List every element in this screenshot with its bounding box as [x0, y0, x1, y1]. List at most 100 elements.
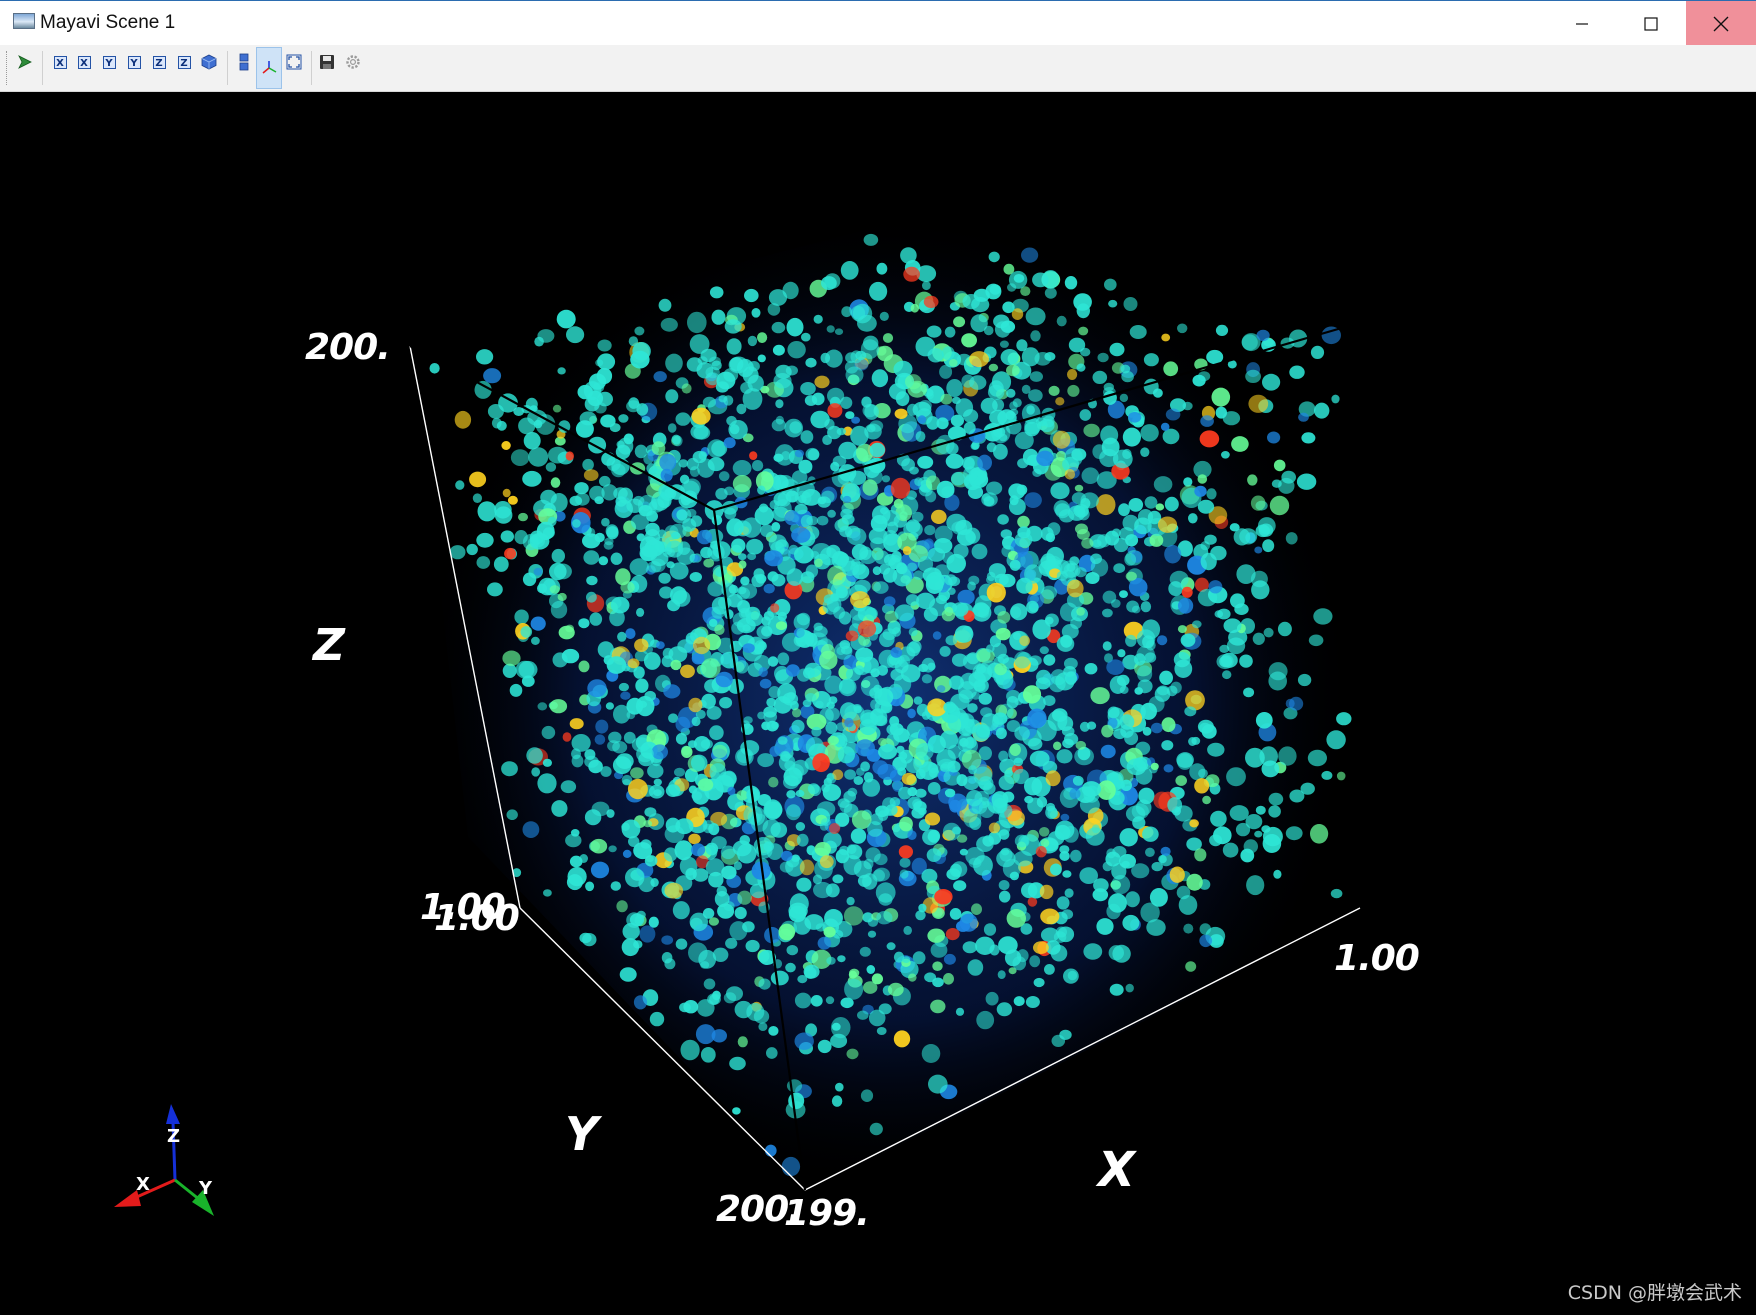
volume-blob [989, 944, 1000, 956]
volume-blob [894, 604, 915, 622]
volume-blob [700, 546, 713, 559]
volume-blob [590, 838, 608, 854]
volume-blob [566, 326, 585, 344]
volume-blob [1125, 983, 1134, 993]
volume-blob [780, 751, 791, 762]
volume-blob [692, 450, 707, 464]
pipeline-button[interactable] [14, 51, 36, 73]
volume-blob [986, 442, 997, 453]
view-y-plus-button[interactable]: Y [98, 51, 120, 73]
full-screen-button[interactable] [283, 51, 305, 73]
volume-blob [898, 786, 912, 800]
volume-blob [726, 338, 742, 355]
volume-blob [1246, 875, 1265, 896]
view-y-minus-button[interactable]: Y [123, 51, 145, 73]
isometric-view-button[interactable] [198, 51, 220, 73]
minimize-button[interactable] [1547, 1, 1616, 46]
volume-blob [1144, 652, 1157, 663]
volume-blob [1044, 287, 1057, 299]
view-x-minus-button[interactable]: X [73, 51, 95, 73]
maximize-button[interactable] [1616, 1, 1685, 46]
settings-button[interactable] [342, 51, 364, 73]
volume-blob [874, 550, 890, 565]
volume-blob [792, 759, 809, 776]
volume-blob [1199, 430, 1220, 448]
volume-blob [987, 384, 1005, 400]
volume-blob [1163, 361, 1179, 377]
volume-render[interactable] [0, 92, 1756, 1315]
volume-blob [951, 471, 966, 486]
volume-blob [784, 510, 800, 526]
volume-blob [758, 978, 771, 990]
volume-blob [986, 644, 995, 653]
volume-blob [1119, 714, 1135, 730]
volume-blob [936, 480, 955, 499]
view-z-minus-button[interactable]: Z [173, 51, 195, 73]
volume-blob [1124, 730, 1139, 746]
volume-blob [882, 333, 894, 343]
volume-blob [1064, 469, 1076, 480]
volume-blob [907, 403, 918, 416]
volume-blob [664, 487, 675, 499]
volume-blob [839, 800, 853, 813]
volume-blob [732, 475, 752, 493]
volume-blob [643, 820, 653, 828]
view-z-plus-button[interactable]: Z [148, 51, 170, 73]
volume-blob [936, 685, 946, 693]
volume-blob [1157, 516, 1178, 533]
volume-blob [689, 466, 700, 477]
volume-blob [449, 545, 466, 560]
volume-blob [900, 247, 917, 264]
volume-blob [1006, 364, 1020, 377]
volume-blob [1117, 649, 1126, 658]
volume-blob [520, 626, 533, 638]
volume-blob [534, 336, 544, 347]
volume-blob [697, 778, 714, 792]
volume-blob [971, 691, 981, 700]
volume-blob [796, 877, 812, 892]
toolbar-grip[interactable] [6, 51, 9, 85]
volume-blob [968, 857, 982, 868]
volume-blob [597, 353, 616, 371]
parallel-projection-button[interactable] [233, 51, 255, 73]
volume-blob [977, 454, 992, 471]
volume-blob [976, 664, 987, 674]
volume-blob [1119, 393, 1129, 403]
volume-blob [997, 514, 1009, 525]
orientation-z-arrow [166, 1104, 180, 1124]
volume-blob [681, 746, 693, 758]
volume-blob [785, 962, 796, 973]
volume-blob [1321, 770, 1333, 780]
volume-blob [865, 607, 878, 621]
volume-blob [550, 600, 568, 619]
volume-blob [913, 696, 923, 705]
volume-blob [620, 581, 635, 594]
volume-blob [970, 314, 988, 333]
volume-blob [880, 701, 893, 714]
view-x-plus-button[interactable]: X [49, 51, 71, 73]
volume-blob [771, 321, 786, 334]
volume-blob [1149, 888, 1168, 907]
render-scene[interactable]: 200. Z 1.00 1.00 Y 200. 199. X 1.00 Z X … [0, 92, 1756, 1315]
volume-blob [855, 647, 874, 663]
save-button[interactable] [316, 51, 338, 73]
volume-blob [1189, 819, 1199, 828]
volume-blob [565, 451, 574, 461]
volume-blob [927, 348, 944, 363]
volume-blob [862, 778, 881, 797]
volume-blob [731, 538, 746, 553]
volume-blob [1081, 537, 1094, 549]
volume-blob [1336, 712, 1352, 726]
volume-blob [908, 627, 918, 637]
volume-blob [628, 336, 639, 347]
volume-blob [536, 521, 555, 541]
volume-blob [703, 558, 715, 568]
volume-blob [1221, 451, 1230, 459]
volume-blob [667, 423, 677, 433]
volume-blob [1108, 945, 1125, 961]
axes-indicator-button[interactable] [256, 47, 282, 89]
volume-blob [910, 303, 919, 313]
volume-blob [708, 917, 720, 926]
close-button[interactable] [1686, 1, 1756, 46]
volume-blob [567, 867, 587, 887]
